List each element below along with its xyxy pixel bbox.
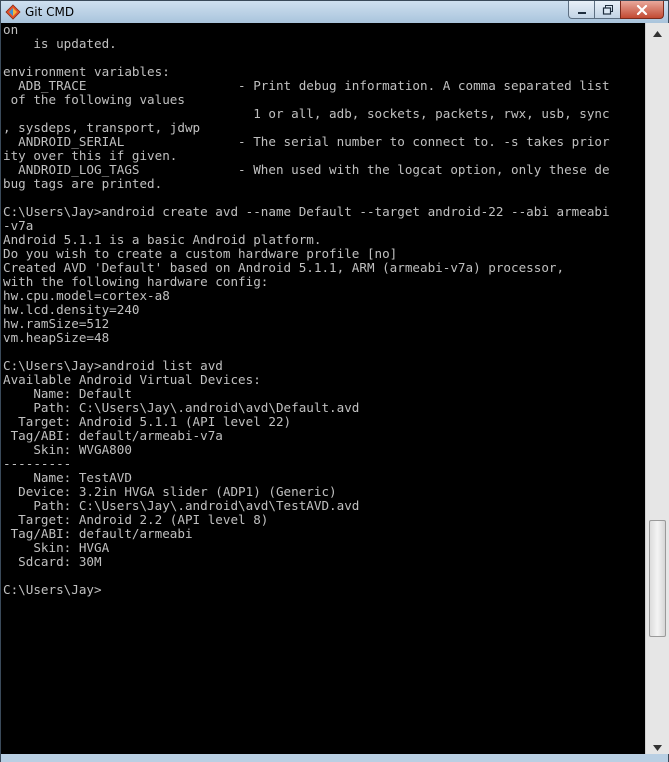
title-bar[interactable]: Git CMD bbox=[1, 1, 668, 23]
close-icon bbox=[636, 0, 648, 19]
minimize-button[interactable] bbox=[568, 1, 594, 19]
minimize-icon bbox=[577, 0, 587, 19]
vertical-scrollbar[interactable] bbox=[645, 23, 669, 754]
git-cmd-window: Git CMD on is updated. environment varia… bbox=[0, 0, 669, 762]
scroll-down-button[interactable] bbox=[648, 737, 667, 754]
window-bottom-border bbox=[1, 754, 668, 762]
console-output-area[interactable]: on is updated. environment variables: AD… bbox=[1, 23, 645, 754]
scrollbar-thumb[interactable] bbox=[649, 520, 666, 637]
caption-buttons bbox=[568, 1, 664, 21]
window-title: Git CMD bbox=[25, 5, 75, 19]
console-text: on is updated. environment variables: AD… bbox=[3, 23, 610, 597]
scroll-up-arrow-icon bbox=[653, 22, 662, 41]
scroll-down-arrow-icon bbox=[653, 736, 662, 755]
close-button[interactable] bbox=[620, 1, 664, 19]
git-diamond-icon bbox=[5, 4, 21, 20]
maximize-icon bbox=[602, 0, 614, 19]
scroll-up-button[interactable] bbox=[648, 23, 667, 40]
maximize-button[interactable] bbox=[594, 1, 620, 19]
